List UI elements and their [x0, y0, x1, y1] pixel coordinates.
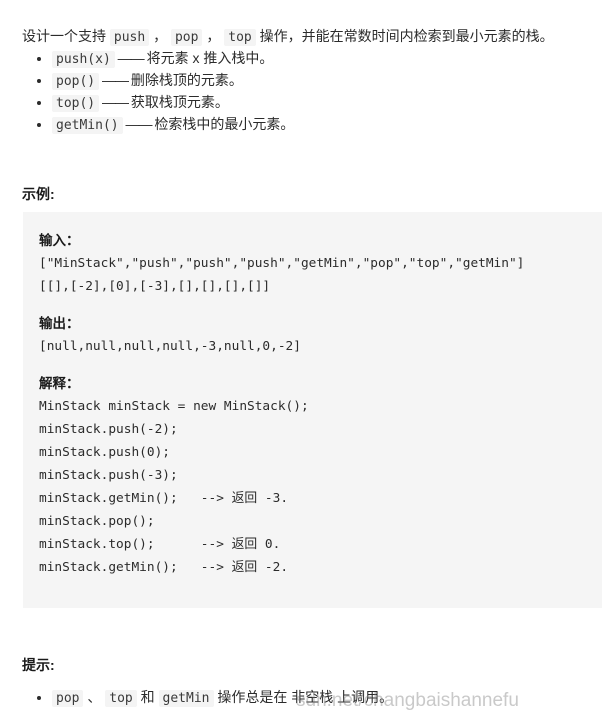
inline-code-push: push — [109, 29, 150, 46]
intro-paragraph: 设计一个支持 push ， pop ， top 操作，并能在常数时间内检索到最小… — [22, 25, 588, 49]
list-item-dash: —— — [99, 94, 131, 110]
explanation-label: 解释： — [39, 376, 80, 391]
inline-code-pop: pop — [170, 29, 203, 46]
intro-separator-1: ， — [149, 28, 171, 44]
explanation-line: minStack.push(0); — [39, 445, 170, 460]
intro-text-before: 设计一个支持 — [22, 28, 110, 44]
explanation-line: minStack.push(-2); — [39, 422, 178, 437]
inline-code-top-fn: top() — [52, 95, 100, 112]
output-line: [null,null,null,null,-3,null,0,-2] — [39, 339, 301, 354]
hint-text: 操作总是在 非空栈 上调用。 — [213, 689, 394, 705]
inline-code-pop-fn: pop() — [52, 73, 100, 90]
problem-statement-page: 设计一个支持 push ， pop ， top 操作，并能在常数时间内检索到最小… — [0, 0, 602, 721]
intro-text-after: 操作，并能在常数时间内检索到最小元素的栈。 — [255, 28, 554, 44]
hint-separator-1: 、 — [83, 689, 106, 705]
list-item: pop() —— 删除栈顶的元素。 — [36, 70, 294, 92]
inline-code-top-hint: top — [105, 690, 137, 707]
explanation-line: minStack.getMin(); --> 返回 -2. — [39, 560, 289, 575]
list-item: getMin() —— 检索栈中的最小元素。 — [36, 114, 295, 136]
list-item-label: 检索栈中的最小元素。 — [154, 116, 295, 132]
explanation-line: minStack.getMin(); --> 返回 -3. — [39, 491, 289, 506]
explanation-line: minStack.pop(); — [39, 514, 155, 529]
inline-code-push-x: push(x) — [52, 51, 115, 68]
hints-heading: 提示: — [22, 657, 55, 673]
list-item: top() —— 获取栈顶元素。 — [36, 92, 294, 114]
hint-separator-2: 和 — [136, 689, 159, 705]
list-item-dash: —— — [99, 72, 131, 88]
example-heading: 示例: — [22, 186, 55, 202]
hints-list: pop 、 top 和 getMin 操作总是在 非空栈 上调用。 — [0, 687, 393, 709]
input-line: ["MinStack","push","push","push","getMin… — [39, 256, 525, 271]
operations-list: push(x) —— 将元素 x 推入栈中。 pop() —— 删除栈顶的元素。… — [0, 48, 294, 136]
output-label: 输出： — [39, 316, 80, 331]
intro-separator-2: ， — [202, 28, 225, 44]
list-item-label: 删除栈顶的元素。 — [130, 72, 243, 88]
inline-code-getmin-hint: getMin — [158, 690, 214, 707]
inline-code-top: top — [224, 29, 256, 46]
inline-code-pop-hint: pop — [52, 690, 84, 707]
input-line: [[],[-2],[0],[-3],[],[],[],[]] — [39, 279, 271, 294]
list-item-dash: —— — [114, 50, 147, 66]
list-item: push(x) —— 将元素 x 推入栈中。 — [36, 48, 294, 70]
list-item: pop 、 top 和 getMin 操作总是在 非空栈 上调用。 — [36, 687, 394, 709]
input-label: 输入： — [39, 233, 80, 248]
list-item-label: 获取栈顶元素。 — [130, 94, 229, 110]
explanation-line: minStack.top(); --> 返回 0. — [39, 537, 281, 552]
explanation-line: minStack.push(-3); — [39, 468, 178, 483]
explanation-line: MinStack minStack = new MinStack(); — [39, 399, 309, 414]
inline-code-getmin-fn: getMin() — [52, 117, 123, 134]
list-item-label: 将元素 x 推入栈中。 — [146, 50, 274, 66]
example-code-block: 输入： ["MinStack","push","push","push","ge… — [23, 212, 602, 608]
list-item-dash: —— — [122, 116, 155, 132]
